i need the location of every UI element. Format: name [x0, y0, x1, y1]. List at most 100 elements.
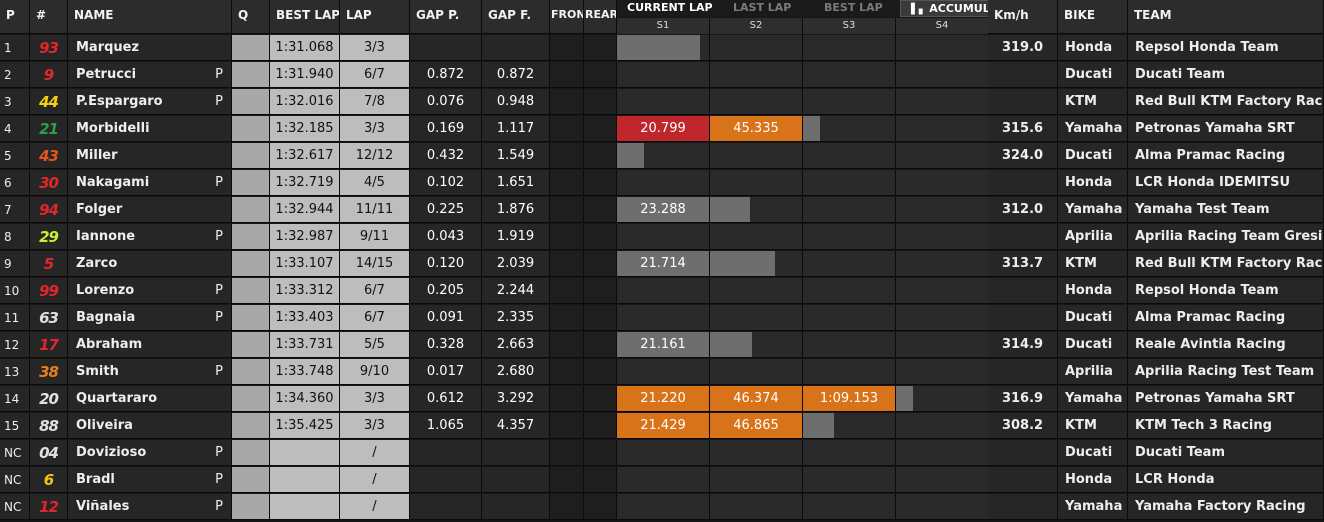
tab-last-lap[interactable]: LAST LAP	[723, 0, 803, 17]
bike-manufacturer: Ducati	[1058, 143, 1128, 169]
rider-number: 17	[30, 332, 68, 358]
sector-2-cell	[710, 224, 803, 250]
position-cell: 7	[0, 197, 30, 223]
gap-previous	[410, 467, 482, 493]
sector-4-cell	[896, 305, 989, 331]
rider-name-cell[interactable]: Dovizioso P	[68, 440, 232, 466]
qualifying-cell	[232, 440, 270, 466]
pit-indicator: P	[215, 310, 223, 325]
sector-3-cell	[803, 35, 896, 61]
rider-name-cell[interactable]: Bradl P	[68, 467, 232, 493]
position-cell: 2	[0, 62, 30, 88]
rider-name-cell[interactable]: Viñales P	[68, 494, 232, 520]
top-speed	[988, 89, 1058, 115]
front-tyre	[550, 467, 584, 493]
front-tyre	[550, 251, 584, 277]
team-name: LCR Honda	[1128, 467, 1324, 493]
bike-manufacturer: KTM	[1058, 89, 1128, 115]
rider-name-cell[interactable]: Marquez	[68, 35, 232, 61]
gap-previous: 0.225	[410, 197, 482, 223]
sector-2-cell	[710, 305, 803, 331]
lap-count: 11/11	[340, 197, 410, 223]
position-cell: 14	[0, 386, 30, 412]
rider-name-cell[interactable]: Bagnaia P	[68, 305, 232, 331]
top-speed: 312.0	[988, 197, 1058, 223]
rider-name-cell[interactable]: Miller	[68, 143, 232, 169]
rider-name: Iannone	[76, 229, 136, 244]
team-name: Alma Pramac Racing	[1128, 143, 1324, 169]
front-tyre	[550, 197, 584, 223]
rider-name-cell[interactable]: Oliveira	[68, 413, 232, 439]
best-lap-time: 1:33.107	[270, 251, 340, 277]
sector-4-progress-bar	[896, 386, 913, 411]
sector-4-cell	[896, 251, 989, 277]
rider-name-cell[interactable]: Smith P	[68, 359, 232, 385]
rider-name-cell[interactable]: Petrucci P	[68, 62, 232, 88]
sector-3-cell	[803, 116, 896, 142]
front-tyre	[550, 170, 584, 196]
best-lap-time: 1:35.425	[270, 413, 340, 439]
rider-name-cell[interactable]: Iannone P	[68, 224, 232, 250]
header-best-lap: BEST LAP	[270, 0, 340, 34]
lap-count: 6/7	[340, 278, 410, 304]
sector-1-cell	[617, 494, 710, 520]
rider-name-cell[interactable]: Lorenzo P	[68, 278, 232, 304]
team-name: Petronas Yamaha SRT	[1128, 386, 1324, 412]
sector-2-cell	[710, 440, 803, 466]
gap-first: 1.549	[482, 143, 550, 169]
lap-count: 9/11	[340, 224, 410, 250]
rider-number: 9	[30, 62, 68, 88]
sector-2-cell	[710, 143, 803, 169]
sector-3-cell	[803, 494, 896, 520]
rider-number: 12	[30, 494, 68, 520]
sector-4-cell	[896, 116, 989, 142]
front-tyre	[550, 359, 584, 385]
sector-1-cell	[617, 35, 710, 61]
rider-number: 38	[30, 359, 68, 385]
rider-name-cell[interactable]: Abraham	[68, 332, 232, 358]
gap-previous: 0.017	[410, 359, 482, 385]
rider-name-cell[interactable]: Nakagami P	[68, 170, 232, 196]
qualifying-cell	[232, 413, 270, 439]
header-team: TEAM	[1128, 0, 1324, 34]
rider-name: Zarco	[76, 256, 118, 271]
qualifying-cell	[232, 467, 270, 493]
sector-1-cell: 21.429	[617, 413, 710, 439]
rear-tyre	[584, 332, 617, 358]
top-speed	[988, 494, 1058, 520]
rider-name-cell[interactable]: Morbidelli	[68, 116, 232, 142]
tab-current-lap[interactable]: CURRENT LAP	[617, 0, 717, 17]
tab-best-lap[interactable]: BEST LAP	[814, 0, 894, 17]
sector-header-4: S4	[896, 18, 989, 34]
rear-tyre	[584, 62, 617, 88]
team-name: Repsol Honda Team	[1128, 35, 1324, 61]
lap-count: 6/7	[340, 305, 410, 331]
bike-manufacturer: Ducati	[1058, 305, 1128, 331]
sector-3-cell	[803, 143, 896, 169]
pit-indicator: P	[215, 445, 223, 460]
sector-3-cell	[803, 197, 896, 223]
rear-tyre	[584, 197, 617, 223]
qualifying-cell	[232, 35, 270, 61]
rider-name-cell[interactable]: Quartararo	[68, 386, 232, 412]
rider-name: Viñales	[76, 499, 130, 514]
rider-number: 21	[30, 116, 68, 142]
rear-tyre	[584, 278, 617, 304]
lap-count: 5/5	[340, 332, 410, 358]
rear-tyre	[584, 440, 617, 466]
position-cell: 10	[0, 278, 30, 304]
best-lap-time: 1:32.719	[270, 170, 340, 196]
gap-first: 4.357	[482, 413, 550, 439]
rider-name: Morbidelli	[76, 121, 150, 136]
header-speed: Km/h	[988, 0, 1058, 34]
rider-name-cell[interactable]: P.Espargaro P	[68, 89, 232, 115]
front-tyre	[550, 494, 584, 520]
front-tyre	[550, 332, 584, 358]
lap-count: 3/3	[340, 116, 410, 142]
sector-1-cell	[617, 467, 710, 493]
rider-number: 99	[30, 278, 68, 304]
rider-name-cell[interactable]: Folger	[68, 197, 232, 223]
rear-tyre	[584, 386, 617, 412]
rider-name-cell[interactable]: Zarco	[68, 251, 232, 277]
lap-count: 12/12	[340, 143, 410, 169]
